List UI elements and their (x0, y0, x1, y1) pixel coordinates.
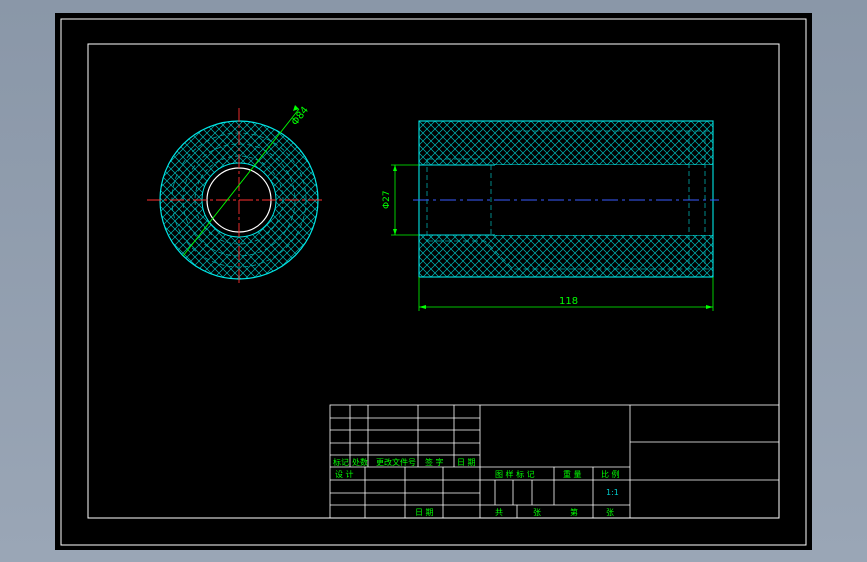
rev-header-doc: 更改文件号 (376, 457, 416, 467)
rev-header-date: 日 期 (457, 458, 476, 467)
rev-header-count: 处数 (352, 457, 368, 467)
cad-viewport[interactable]: Φ84 Φ27 118 标记 处数 更改文件号 签 字 日 期 设 计 日 期 … (55, 13, 812, 550)
bore-dim-arrow-top (393, 165, 397, 171)
rev-header-mark: 标记 (333, 457, 349, 467)
length-arrow-right (706, 305, 713, 309)
weight-label: 重 量 (563, 469, 582, 479)
scale-value: 1:1 (606, 488, 619, 497)
sheet-unit-2: 张 (606, 508, 614, 517)
sheet-label: 第 (570, 507, 578, 517)
end-view: Φ84 (147, 105, 325, 283)
title-block-labels: 标记 处数 更改文件号 签 字 日 期 设 计 日 期 图 样 标 记 重 量 … (333, 457, 620, 517)
cad-drawing: Φ84 Φ27 118 标记 处数 更改文件号 签 字 日 期 设 计 日 期 … (60, 18, 807, 546)
bore-dim-arrow-bottom (393, 229, 397, 235)
stage-mark-label: 图 样 标 记 (495, 469, 535, 479)
sheet-unit-1: 张 (533, 508, 541, 517)
rev-header-sign: 签 字 (425, 457, 444, 467)
design-label: 设 计 (335, 469, 354, 479)
date-label: 日 期 (415, 508, 434, 517)
inner-frame (87, 43, 780, 519)
outer-diameter-label: Φ84 (290, 105, 311, 128)
length-label: 118 (559, 296, 578, 307)
total-label: 共 (495, 508, 503, 517)
bore-diameter-label: Φ27 (382, 190, 392, 209)
section-view: Φ27 118 (382, 120, 719, 311)
length-arrow-left (419, 305, 426, 309)
section-top-wall (418, 120, 714, 166)
scale-label: 比 例 (601, 469, 620, 479)
